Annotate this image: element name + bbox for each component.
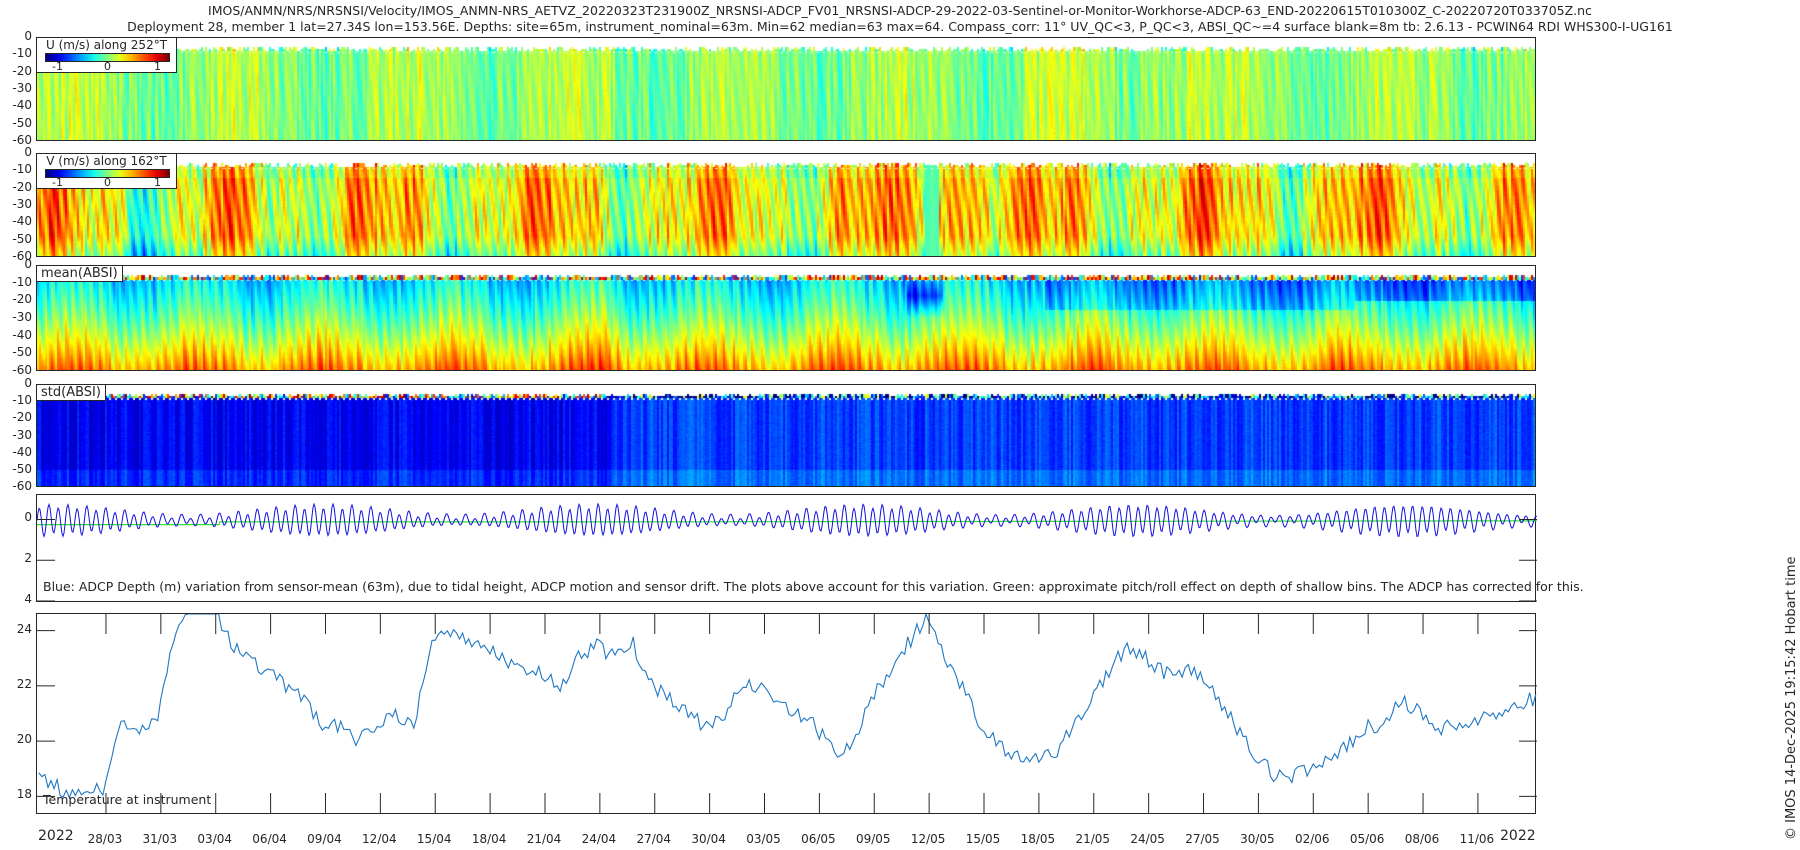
- y-tick-label: -50: [12, 231, 32, 246]
- y-tick-label: -40: [12, 444, 32, 459]
- x-tick-label: 08/06: [1404, 832, 1440, 846]
- x-tick-label: 12/04: [362, 832, 397, 846]
- x-tick-label: 27/04: [636, 832, 672, 846]
- absi-std-heatmap: [37, 385, 1535, 486]
- absi-mean-heatmap: [37, 266, 1535, 370]
- x-tick-label: 28/03: [87, 832, 123, 846]
- figure-title-line-1: IMOS/ANMN/NRS/NRSNSI/Velocity/IMOS_ANMN-…: [208, 3, 1592, 18]
- y-tick-label: 20: [16, 732, 32, 747]
- legend-title: U (m/s) along 252°T: [45, 38, 168, 52]
- y-tick-label: 18: [16, 787, 32, 802]
- absi-mean-panel: [36, 265, 1536, 371]
- x-tick-label: 09/04: [307, 832, 342, 846]
- x-tick-label: 15/05: [965, 832, 1001, 846]
- temperature-annotation: Temperature at instrument: [43, 792, 212, 807]
- v-colorbar-legend: V (m/s) along 162°T -1 0 1: [36, 153, 177, 189]
- figure-title-line-2: Deployment 28, member 1 lat=27.34S lon=1…: [127, 19, 1673, 34]
- y-tick-label: -50: [12, 461, 32, 476]
- x-tick-label: 11/06: [1459, 832, 1495, 846]
- x-tick-label: 09/05: [855, 832, 891, 846]
- absi-std-panel: [36, 384, 1536, 487]
- u-colorbar-legend: U (m/s) along 252°T -1 0 1: [36, 37, 177, 73]
- y-tick-label: -50: [12, 345, 32, 360]
- y-tick-label: -40: [12, 214, 32, 229]
- x-tick-label: 18/05: [1020, 832, 1056, 846]
- y-tick-label: 0: [24, 257, 32, 271]
- colorbar-tick-label: -1: [52, 60, 63, 73]
- year-label-right: 2022: [1500, 828, 1536, 844]
- y-tick-label: 4: [24, 592, 32, 606]
- x-tick-label: 05/06: [1349, 832, 1385, 846]
- x-tick-label: 06/04: [252, 832, 287, 846]
- x-tick-label: 03/05: [746, 832, 781, 846]
- y-tick-label: -40: [12, 327, 32, 342]
- x-tick-label: 03/04: [197, 832, 233, 846]
- y-tick-label: 0: [24, 29, 32, 43]
- colorbar-tick-label: 1: [154, 176, 161, 189]
- colorbar-tick-label: 1: [154, 60, 161, 73]
- y-tick-label: 0: [24, 145, 32, 159]
- absi-std-label: std(ABSI): [36, 384, 106, 401]
- y-tick-label: -10: [12, 274, 32, 289]
- x-tick-label: 02/06: [1294, 832, 1330, 846]
- colorbar-tick-label: 0: [104, 176, 111, 189]
- year-label-left: 2022: [38, 828, 74, 844]
- x-tick-label: 21/04: [526, 832, 562, 846]
- y-tick-label: 2: [24, 551, 32, 566]
- x-tick-label: 06/05: [801, 832, 836, 846]
- y-tick-label: -20: [12, 179, 32, 194]
- x-tick-label: 30/04: [691, 832, 726, 846]
- y-tick-label: 0: [24, 510, 32, 525]
- y-tick-label: -10: [12, 46, 32, 61]
- x-tick-label: 24/04: [581, 832, 617, 846]
- adcp-depth-variation-line: [37, 502, 1537, 539]
- y-tick-label: 22: [16, 676, 32, 691]
- y-tick-label: -20: [12, 63, 32, 78]
- y-tick-label: -60: [12, 479, 32, 493]
- y-tick-label: 0: [24, 376, 32, 390]
- u-panel: [36, 37, 1536, 141]
- imos-timestamp-stamp: © IMOS 14-Dec-2025 19:15:42 Hobart time: [1784, 556, 1799, 840]
- y-tick-label: -10: [12, 162, 32, 177]
- u-heatmap: [37, 38, 1535, 140]
- v-heatmap: [37, 154, 1535, 256]
- absi-mean-label: mean(ABSI): [36, 265, 123, 282]
- temperature-plot-svg: [37, 614, 1537, 813]
- y-tick-label: -60: [12, 363, 32, 377]
- x-tick-label: 18/04: [471, 832, 507, 846]
- depth-annotation: Blue: ADCP Depth (m) variation from sens…: [43, 579, 1584, 594]
- y-tick-label: -30: [12, 427, 32, 442]
- y-tick-label: -10: [12, 393, 32, 408]
- x-tick-label: 31/03: [142, 832, 178, 846]
- legend-title: V (m/s) along 162°T: [46, 154, 167, 168]
- y-tick-label: -30: [12, 310, 32, 324]
- colorbar-tick-label: -1: [52, 176, 63, 189]
- colorbar-tick-label: 0: [104, 60, 111, 73]
- x-tick-label: 27/05: [1185, 832, 1220, 846]
- y-tick-label: -20: [12, 292, 32, 307]
- y-tick-label: -20: [12, 410, 32, 425]
- x-tick-label: 30/05: [1240, 832, 1275, 846]
- y-tick-label: -30: [12, 197, 32, 211]
- x-tick-label: 15/04: [416, 832, 452, 846]
- v-panel: [36, 153, 1536, 257]
- x-tick-label: 12/05: [910, 832, 946, 846]
- y-tick-label: -40: [12, 98, 32, 113]
- y-tick-label: -50: [12, 115, 32, 130]
- y-tick-label: -30: [12, 81, 32, 95]
- x-tick-label: 24/05: [1130, 832, 1165, 846]
- x-tick-label: 21/05: [1075, 832, 1111, 846]
- temperature-panel: [36, 613, 1537, 814]
- temperature-line: [38, 614, 1537, 800]
- y-tick-label: 24: [16, 621, 32, 636]
